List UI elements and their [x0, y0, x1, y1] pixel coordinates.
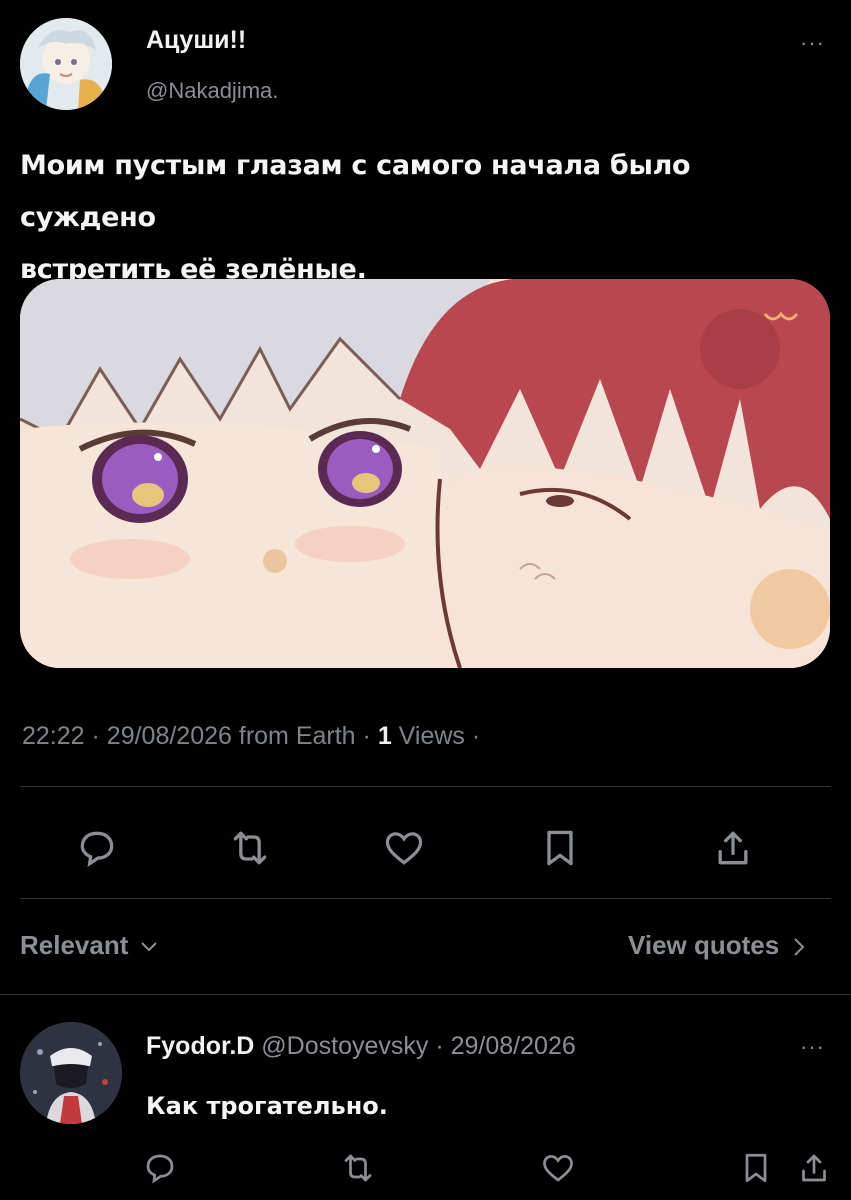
- share-icon[interactable]: [711, 826, 755, 870]
- author-avatar[interactable]: [20, 18, 112, 110]
- bookmark-icon[interactable]: [538, 826, 582, 870]
- reply-author-avatar[interactable]: [20, 1022, 122, 1124]
- reply-date[interactable]: 29/08/2026: [451, 1032, 576, 1060]
- reply-icon[interactable]: [142, 1150, 178, 1186]
- views-count: 1: [377, 722, 392, 750]
- meta-separator: ·: [91, 722, 107, 750]
- retweet-icon[interactable]: [228, 826, 272, 870]
- reply-author-handle[interactable]: @Dostoyevsky: [261, 1032, 428, 1060]
- chevron-right-icon: [794, 938, 805, 956]
- like-icon[interactable]: [382, 826, 426, 870]
- reply-more-options-icon[interactable]: ···: [800, 1034, 825, 1060]
- author-handle[interactable]: @Nakadjima.: [146, 78, 278, 104]
- sort-relevant-button[interactable]: Relevant: [20, 930, 158, 961]
- view-quotes-label: View quotes: [628, 930, 780, 960]
- meta-separator: ·: [435, 1032, 444, 1060]
- post-meta: 22:22 · 29/08/2026 from Earth · 1 Views …: [22, 722, 480, 751]
- reply-header: Fyodor.D @Dostoyevsky · 29/08/2026: [146, 1032, 576, 1061]
- avatar-illustration: [20, 1022, 122, 1124]
- view-quotes-button[interactable]: View quotes: [628, 930, 806, 961]
- share-icon[interactable]: [796, 1150, 832, 1186]
- divider: [20, 786, 831, 787]
- divider: [0, 994, 851, 995]
- retweet-icon[interactable]: [340, 1150, 376, 1186]
- anime-illustration: [20, 279, 830, 668]
- divider: [20, 898, 831, 899]
- post-image[interactable]: [20, 279, 830, 668]
- post-text-line-1: Моим пустым глазам с самого начала было …: [20, 150, 691, 233]
- reply-text: Как трогательно.: [146, 1092, 388, 1120]
- avatar-illustration: [20, 18, 112, 110]
- meta-separator: ·: [471, 722, 481, 750]
- post-date[interactable]: 29/08/2026: [107, 722, 232, 750]
- bookmark-icon[interactable]: [738, 1150, 774, 1186]
- meta-separator: ·: [362, 722, 378, 750]
- post-source: from Earth: [238, 722, 356, 750]
- reply-icon[interactable]: [75, 826, 119, 870]
- sort-label: Relevant: [20, 930, 129, 960]
- post-text: Моим пустым глазам с самого начала было …: [20, 140, 820, 296]
- chevron-down-icon: [140, 942, 157, 952]
- author-name[interactable]: Ацуши!!: [146, 26, 246, 55]
- views-label: Views: [398, 722, 465, 750]
- post-time[interactable]: 22:22: [22, 722, 85, 750]
- reply-author-name[interactable]: Fyodor.D: [146, 1032, 254, 1060]
- more-options-icon[interactable]: ···: [800, 30, 825, 56]
- like-icon[interactable]: [540, 1150, 576, 1186]
